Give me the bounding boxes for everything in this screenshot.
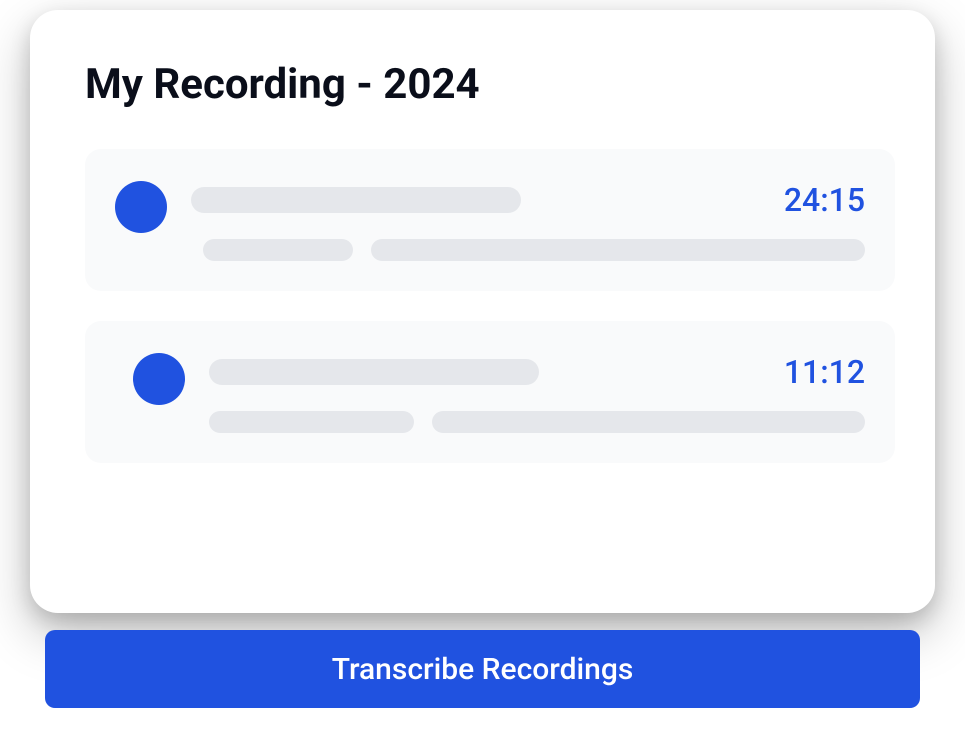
- recordings-card: My Recording - 2024 24:15 11:: [30, 10, 935, 613]
- recording-title-placeholder: [209, 359, 539, 385]
- recording-description-placeholder: [371, 239, 865, 261]
- recording-item[interactable]: 24:15: [85, 149, 895, 291]
- recording-duration: 11:12: [784, 353, 865, 391]
- recording-description-placeholder: [432, 411, 865, 433]
- recording-duration: 24:15: [784, 181, 865, 219]
- recording-avatar-icon: [133, 353, 185, 405]
- recording-header-row: 11:12: [209, 353, 865, 391]
- recording-subtitle-placeholder: [209, 411, 414, 433]
- page-title: My Recording - 2024: [85, 60, 895, 109]
- recording-header-row: 24:15: [191, 181, 865, 219]
- recording-title-placeholder: [191, 187, 521, 213]
- recording-sub-row: [191, 239, 865, 261]
- transcribe-button[interactable]: Transcribe Recordings: [45, 630, 920, 708]
- recording-list: 24:15 11:12: [85, 149, 895, 463]
- recording-item[interactable]: 11:12: [85, 321, 895, 463]
- recording-content: 11:12: [209, 349, 865, 433]
- recording-sub-row: [209, 411, 865, 433]
- recording-avatar-icon: [115, 181, 167, 233]
- recording-subtitle-placeholder: [203, 239, 353, 261]
- recording-content: 24:15: [191, 177, 865, 261]
